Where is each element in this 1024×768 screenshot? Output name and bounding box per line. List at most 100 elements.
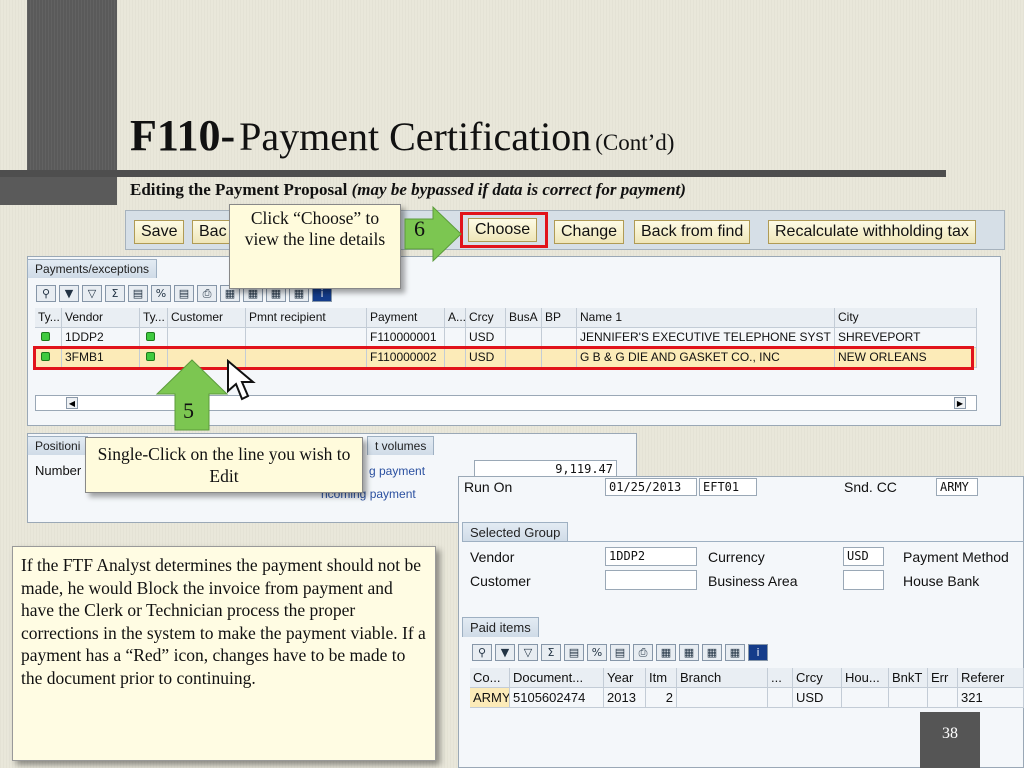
col-type[interactable]: Ty... — [35, 308, 62, 328]
choose-highlight — [460, 212, 548, 248]
find-icon[interactable]: ▼ — [495, 644, 515, 661]
percent-icon[interactable]: % — [587, 644, 607, 661]
selected-group-header: Selected Group — [462, 522, 569, 542]
col-busa[interactable]: BusA — [506, 308, 542, 328]
decorative-dark-block — [0, 176, 117, 205]
run-id-field[interactable]: EFT01 — [699, 478, 757, 496]
city-cell: SHREVEPORT — [835, 328, 977, 348]
snd-cc-label: Snd. CC — [844, 479, 897, 495]
columns-icon[interactable]: ▦ — [702, 644, 722, 661]
col-payment[interactable]: Payment — [367, 308, 445, 328]
number-label: Number — [35, 463, 82, 478]
run-on-label: Run On — [464, 479, 513, 495]
right-arrow-icon — [404, 205, 462, 263]
table-row[interactable]: 1DDP2 F110000001 USD JENNIFER'S EXECUTIV… — [35, 328, 977, 348]
choose-callout: Click “Choose” to view the line details — [229, 204, 401, 289]
list-icon[interactable]: ▤ — [610, 644, 630, 661]
details-icon[interactable]: ⚲ — [36, 285, 56, 302]
col-name[interactable]: Name 1 — [577, 308, 835, 328]
green-status-icon — [146, 332, 155, 341]
info-icon[interactable]: i — [748, 644, 768, 661]
slide-subtitle: Editing the Payment Proposal (may be byp… — [130, 180, 686, 200]
document-cell: 5105602474 — [510, 688, 604, 708]
paid-items-header-row: Co... Document... Year Itm Branch ... Cr… — [470, 668, 1024, 688]
title-code: F110- — [130, 111, 236, 160]
col-bp[interactable]: BP — [542, 308, 577, 328]
house-bank-label: House Bank — [903, 573, 980, 589]
col-year[interactable]: Year — [604, 668, 646, 688]
col-a[interactable]: A... — [445, 308, 466, 328]
err-cell — [928, 688, 958, 708]
co-cell: ARMY — [470, 688, 510, 708]
find-next-icon[interactable]: ▽ — [518, 644, 538, 661]
snd-cc-field[interactable]: ARMY — [936, 478, 978, 496]
layout-icon[interactable]: ▦ — [656, 644, 676, 661]
title-divider — [0, 170, 946, 177]
title-suffix: (Cont’d) — [595, 130, 675, 155]
outgoing-payment-link[interactable]: g payment — [369, 464, 425, 478]
col-city[interactable]: City — [835, 308, 977, 328]
col-dots[interactable]: ... — [768, 668, 793, 688]
payments-header: Payments/exceptions — [27, 259, 158, 278]
crcy-cell: USD — [793, 688, 842, 708]
run-on-field[interactable]: 01/25/2013 — [605, 478, 697, 496]
col-customer[interactable]: Customer — [168, 308, 246, 328]
subtotal-icon[interactable]: ▤ — [564, 644, 584, 661]
percent-icon[interactable]: % — [151, 285, 171, 302]
bnkt-cell — [889, 688, 928, 708]
col-err[interactable]: Err — [928, 668, 958, 688]
change-button[interactable]: Change — [554, 220, 625, 244]
col-pmnt-recipient[interactable]: Pmnt recipient — [246, 308, 367, 328]
list-icon[interactable]: ▤ — [174, 285, 194, 302]
scroll-left-icon[interactable]: ◀ — [66, 397, 78, 409]
col-crcy[interactable]: Crcy — [466, 308, 506, 328]
vendor-field[interactable]: 1DDP2 — [605, 547, 697, 566]
col-itm[interactable]: Itm — [646, 668, 677, 688]
explanation-note: If the FTF Analyst determines the paymen… — [12, 546, 436, 761]
col-house[interactable]: Hou... — [842, 668, 889, 688]
customer-field[interactable] — [605, 570, 697, 590]
details-icon[interactable]: ⚲ — [472, 644, 492, 661]
export-icon[interactable]: ▦ — [679, 644, 699, 661]
payments-header-row: Ty... Vendor Ty... Customer Pmnt recipie… — [35, 308, 977, 328]
col-bnkt[interactable]: BnkT — [889, 668, 928, 688]
name-cell: JENNIFER'S EXECUTIVE TELEPHONE SYST — [577, 328, 835, 348]
col-co[interactable]: Co... — [470, 668, 510, 688]
business-area-field[interactable] — [843, 570, 884, 590]
crcy-cell: USD — [466, 328, 506, 348]
find-next-icon[interactable]: ▽ — [82, 285, 102, 302]
col-crcy[interactable]: Crcy — [793, 668, 842, 688]
table-row[interactable]: ARMY 5105602474 2013 2 USD 321 — [470, 688, 1024, 708]
busa-cell — [506, 328, 542, 348]
vendor-cell: 1DDP2 — [62, 328, 140, 348]
col-branch[interactable]: Branch — [677, 668, 768, 688]
subtotal-icon[interactable]: ▤ — [128, 285, 148, 302]
sum-icon[interactable]: Σ — [541, 644, 561, 661]
green-status-icon — [41, 332, 50, 341]
currency-label: Currency — [708, 549, 765, 565]
back-from-find-button[interactable]: Back from find — [634, 220, 751, 244]
col-type2[interactable]: Ty... — [140, 308, 168, 328]
recalculate-withholding-tax-button[interactable]: Recalculate withholding tax — [768, 220, 976, 244]
find-icon[interactable]: ▼ — [59, 285, 79, 302]
bp-cell — [542, 328, 577, 348]
col-vendor[interactable]: Vendor — [62, 308, 140, 328]
itm-cell: 2 — [646, 688, 677, 708]
page-number: 38 — [920, 712, 980, 768]
scroll-right-icon[interactable]: ▶ — [954, 397, 966, 409]
filter-icon[interactable]: ▦ — [725, 644, 745, 661]
sum-icon[interactable]: Σ — [105, 285, 125, 302]
col-document[interactable]: Document... — [510, 668, 604, 688]
paid-items-header: Paid items — [462, 617, 539, 637]
slide-title: F110- Payment Certification (Cont’d) — [130, 110, 674, 161]
status-icon-cell — [35, 328, 62, 348]
a-cell — [445, 328, 466, 348]
print-icon[interactable]: ⎙ — [633, 644, 653, 661]
year-cell: 2013 — [604, 688, 646, 708]
col-reference[interactable]: Referer — [958, 668, 1024, 688]
currency-field[interactable]: USD — [843, 547, 884, 566]
step-5-label: 5 — [183, 398, 194, 423]
print-icon[interactable]: ⎙ — [197, 285, 217, 302]
save-button[interactable]: Save — [134, 220, 185, 244]
customer-cell — [168, 328, 246, 348]
